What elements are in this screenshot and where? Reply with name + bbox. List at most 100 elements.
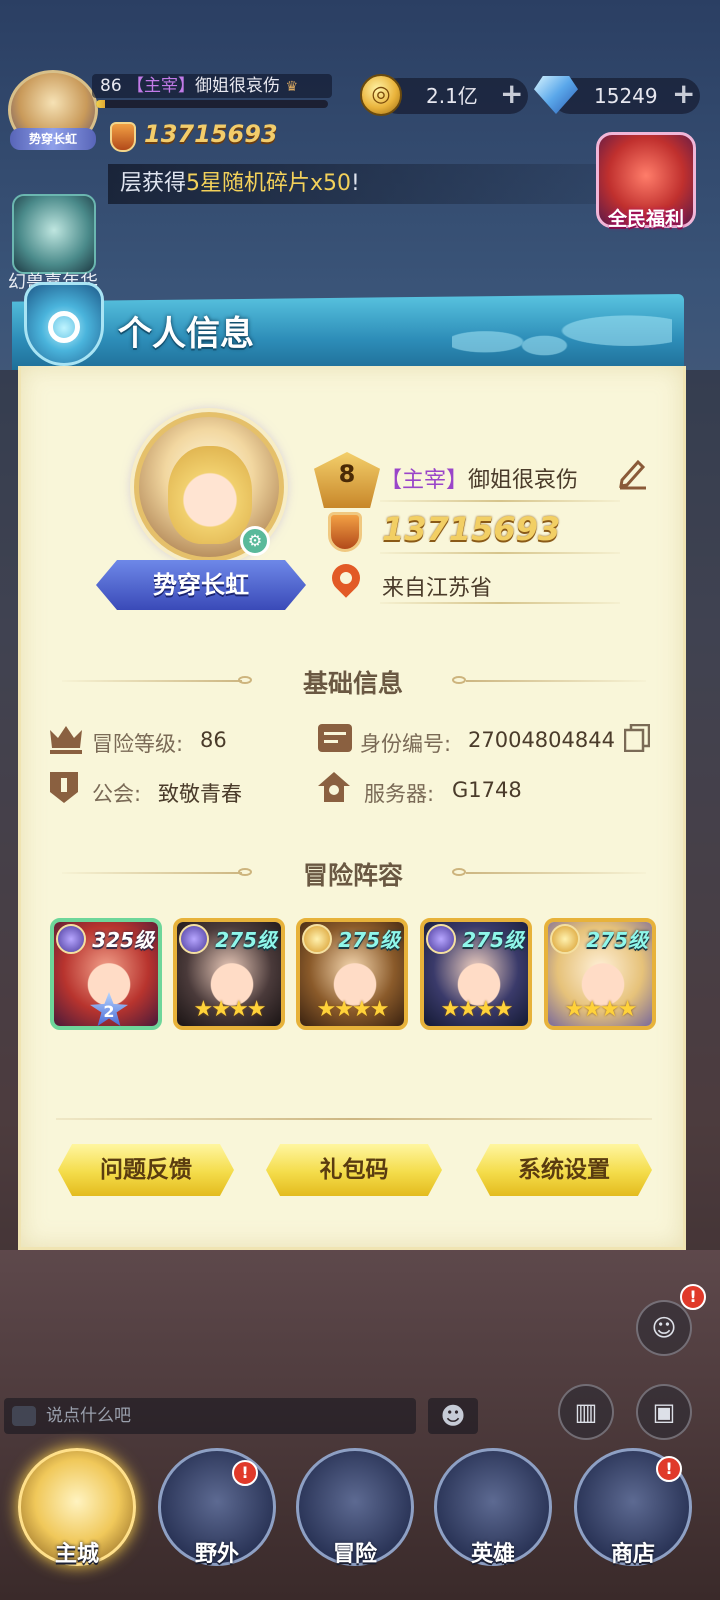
- profile-power: 13715693: [382, 510, 561, 548]
- exp-bar-fill: [96, 100, 106, 108]
- crown-icon: ♛: [285, 79, 299, 95]
- profile-player-name: 御姐很哀伤: [468, 468, 579, 493]
- profile-title-banner: 势穿长虹: [96, 560, 306, 610]
- panel-title: 个人信息: [118, 314, 254, 354]
- hero-stars: ★★★★: [316, 997, 390, 1022]
- profile-name: 【主宰】御姐很哀伤: [380, 462, 578, 494]
- section-rule-left: [62, 680, 242, 682]
- nav-main-city-label: 主城: [54, 1542, 99, 1567]
- gold-coin-icon: ◎: [360, 74, 402, 116]
- avatar-settings-icon[interactable]: ⚙: [240, 526, 270, 556]
- exp-bar: [96, 100, 328, 108]
- hero-level: 275级: [215, 928, 277, 952]
- ranking-icon[interactable]: ▥: [558, 1384, 614, 1440]
- feedback-button[interactable]: 问题反馈: [58, 1144, 234, 1196]
- notice-prefix: 层获得: [120, 171, 187, 196]
- profile-role-tag: 【主宰】: [380, 468, 469, 493]
- hero-stars: ★★★★: [193, 997, 267, 1022]
- profile-emblem-icon: [24, 282, 104, 366]
- diamond-value: 15249: [594, 84, 658, 108]
- adventure-level-value: 86: [200, 728, 227, 752]
- left-edge-shade: [0, 370, 18, 1250]
- guild-shield-icon: [50, 772, 78, 803]
- divider: [380, 602, 620, 604]
- nav-shop-label: 商店: [610, 1542, 655, 1567]
- avatar-title-badge: 势穿长虹: [10, 128, 96, 150]
- friends-icon[interactable]: ☺: [636, 1300, 692, 1356]
- beast-carnival-icon[interactable]: [12, 194, 96, 274]
- hero-level: 275级: [586, 928, 648, 952]
- right-edge-shade: [686, 370, 720, 1250]
- nav-wild-badge: !: [232, 1460, 258, 1486]
- hero-card[interactable]: 275级 ★★★★: [296, 918, 408, 1030]
- power-value: 13715693: [144, 120, 278, 148]
- section-rule-right: [466, 680, 646, 682]
- section-rule-right: [466, 872, 646, 874]
- emoji-button[interactable]: ☻: [428, 1398, 478, 1434]
- divider: [380, 500, 620, 502]
- backpack-icon[interactable]: ▣: [636, 1384, 692, 1440]
- hero-card[interactable]: 325级 2: [50, 918, 162, 1030]
- header-decoration: [452, 290, 672, 364]
- section-ornament: [238, 676, 252, 684]
- faction-icon: [56, 924, 86, 954]
- hero-level: 325级: [92, 928, 154, 952]
- server-label: 服务器:: [364, 782, 435, 806]
- level-number: 8: [338, 460, 356, 488]
- basic-info-title: 基础信息: [302, 669, 403, 698]
- add-diamond-icon[interactable]: +: [672, 76, 695, 112]
- hero-card[interactable]: 275级 ★★★★: [420, 918, 532, 1030]
- section-rule-left: [62, 872, 242, 874]
- section-ornament: [452, 868, 466, 876]
- hero-card[interactable]: 275级 ★★★★: [544, 918, 656, 1030]
- adventure-level-label: 冒险等级:: [92, 732, 184, 756]
- notice-suffix: !: [351, 171, 360, 196]
- divider: [56, 1118, 652, 1120]
- faction-icon: [179, 924, 209, 954]
- crown-level-icon: [50, 726, 82, 754]
- player-location: 来自江苏省: [382, 576, 493, 601]
- role-tag: 【主宰】: [127, 76, 196, 96]
- server-value: G1748: [452, 778, 522, 802]
- welfare-label: 全民福利: [607, 208, 684, 230]
- hero-card[interactable]: 275级 ★★★★: [173, 918, 285, 1030]
- scroll-notice: 层获得5星随机碎片x50!: [108, 164, 598, 204]
- chat-input[interactable]: 说点什么吧: [4, 1398, 416, 1434]
- copy-id-icon[interactable]: [624, 724, 650, 752]
- player-name: 御姐很哀伤: [195, 76, 281, 96]
- guild-value: 致敬青春: [158, 782, 242, 806]
- gold-value: 2.1亿: [426, 84, 478, 108]
- settings-button[interactable]: 系统设置: [476, 1144, 652, 1196]
- faction-icon: [550, 924, 580, 954]
- player-namebar: 86 【主宰】御姐很哀伤 ♛: [92, 74, 332, 98]
- lineup-title: 冒险阵容: [302, 861, 403, 890]
- section-ornament: [452, 676, 466, 684]
- hero-stars: ★★★★: [440, 997, 514, 1022]
- divider: [380, 552, 620, 554]
- hero-level: 275级: [462, 928, 524, 952]
- id-value: 27004804844: [468, 728, 615, 752]
- power-icon: [110, 122, 136, 152]
- guild-label: 公会:: [92, 782, 142, 806]
- gold-resource[interactable]: 2.1亿 +: [380, 76, 528, 114]
- nav-heroes-label: 英雄: [470, 1542, 515, 1567]
- nav-wild-label: 野外: [194, 1542, 239, 1567]
- diamond-resource[interactable]: 15249 +: [552, 76, 700, 114]
- profile-avatar: [168, 446, 252, 544]
- faction-icon: [426, 924, 456, 954]
- section-ornament: [238, 868, 252, 876]
- friends-alert-badge: !: [680, 1284, 706, 1310]
- add-gold-icon[interactable]: +: [500, 76, 523, 112]
- hero-stars: ★★★★: [564, 997, 638, 1022]
- gift-code-button[interactable]: 礼包码: [266, 1144, 442, 1196]
- id-card-icon: [318, 724, 352, 752]
- nav-adventure-label: 冒险: [332, 1542, 377, 1567]
- power-badge-icon: [328, 512, 362, 552]
- edit-name-icon[interactable]: [616, 456, 648, 490]
- server-house-icon: [318, 772, 350, 802]
- notice-highlight: 5星随机碎片x50: [186, 171, 352, 196]
- nav-shop-badge: !: [656, 1456, 682, 1482]
- faction-icon: [302, 924, 332, 954]
- player-level: 86: [100, 76, 122, 96]
- id-label: 身份编号:: [360, 732, 452, 756]
